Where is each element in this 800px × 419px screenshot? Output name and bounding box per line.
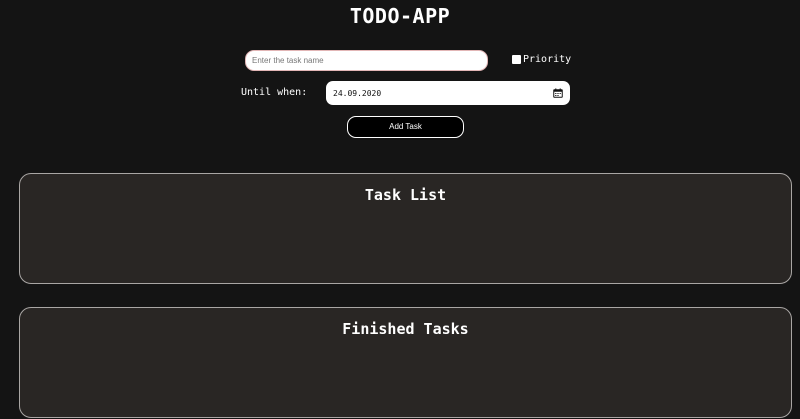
finished-tasks-panel: Finished Tasks [19,307,792,418]
task-name-input[interactable] [245,50,488,71]
priority-toggle[interactable]: Priority [512,54,571,65]
priority-checkbox[interactable] [512,55,521,64]
add-task-button[interactable]: Add Task [347,116,464,138]
finished-tasks-heading: Finished Tasks [342,320,469,338]
app-title: TODO-APP [349,4,451,28]
calendar-icon[interactable] [553,88,563,98]
task-list-panel: Task List [19,173,792,284]
due-date-input[interactable]: 24.09.2020 [326,81,570,105]
until-when-label: Until when: [241,87,308,98]
task-list-heading: Task List [364,186,447,204]
priority-label: Priority [523,54,572,65]
due-date-value: 24.09.2020 [333,88,382,98]
